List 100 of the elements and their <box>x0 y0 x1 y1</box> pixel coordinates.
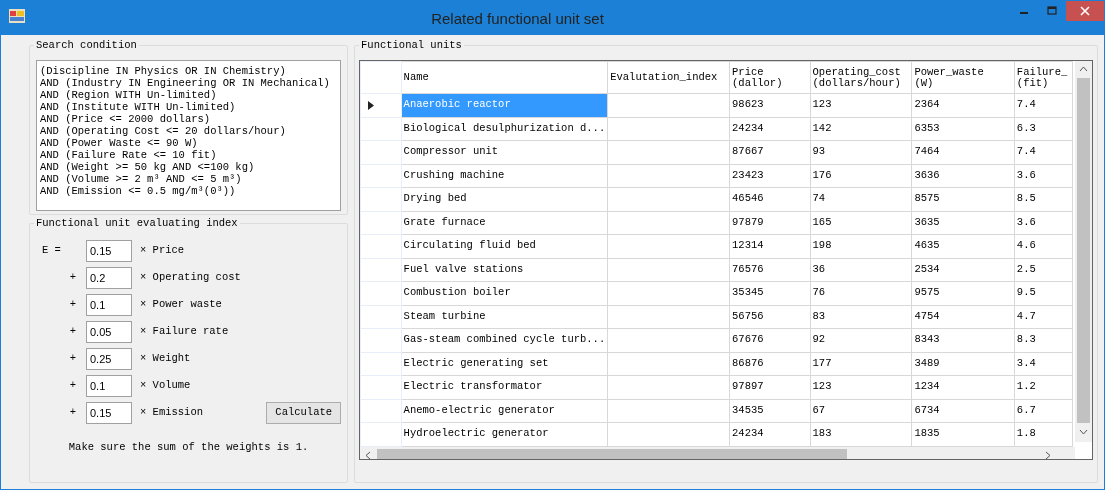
table-cell: 83 <box>812 309 826 322</box>
table-cell: 183 <box>812 427 832 440</box>
table-cell: 3635 <box>914 215 940 228</box>
table-cell: 74 <box>812 192 826 205</box>
table-cell: 9575 <box>914 286 940 299</box>
group-title: Functional unit evaluating index <box>34 217 240 230</box>
app-icon <box>9 9 25 23</box>
operator-text: + <box>69 298 76 311</box>
term-label: × Power waste <box>140 297 222 313</box>
table-cell: 97897 <box>732 380 764 393</box>
weight-field[interactable]: 0.25 <box>86 348 132 370</box>
table-cell: 9.5 <box>1016 286 1036 299</box>
table-cell: 176 <box>812 168 832 181</box>
table-cell[interactable]: Circulating fluid bed <box>401 234 608 258</box>
term-label: × Failure rate <box>140 324 229 340</box>
table-cell: 46546 <box>732 192 764 205</box>
table-cell: 2534 <box>914 262 940 275</box>
term-label: × Emission <box>140 405 203 421</box>
term-label: × Operating cost <box>140 270 241 286</box>
table-cell[interactable]: Fuel valve stations <box>401 258 608 282</box>
table-cell: 7.4 <box>1016 145 1036 158</box>
close-button[interactable] <box>1066 1 1104 21</box>
table-cell: 7464 <box>914 145 940 158</box>
table-cell: 7.4 <box>1016 98 1036 111</box>
table-cell[interactable]: Drying bed <box>401 187 608 211</box>
operator-text: E = <box>42 244 61 257</box>
table-cell: 1234 <box>914 380 940 393</box>
table-cell: 177 <box>812 356 832 369</box>
table-cell: 23423 <box>732 168 764 181</box>
weight-field[interactable]: 0.15 <box>86 402 132 424</box>
table-cell: 6353 <box>914 121 940 134</box>
table-cell: 6.7 <box>1016 403 1036 416</box>
table-cell[interactable]: Crushing machine <box>401 164 608 188</box>
table-cell: 1835 <box>914 427 940 440</box>
operator-text: + <box>69 352 76 365</box>
table-cell[interactable]: Electric generating set <box>401 352 608 376</box>
table-cell: 142 <box>812 121 832 134</box>
table-cell: 8343 <box>914 333 940 346</box>
table-cell: 35345 <box>732 286 764 299</box>
table-cell: 4635 <box>914 239 940 252</box>
table-cell: 165 <box>812 215 832 228</box>
table-cell: 36 <box>812 262 826 275</box>
table-cell: 8575 <box>914 192 940 205</box>
table-cell: 1.8 <box>1016 427 1036 440</box>
table-cell: 24234 <box>732 427 764 440</box>
table-cell: 198 <box>812 239 832 252</box>
weight-field[interactable]: 0.05 <box>86 321 132 343</box>
table-cell[interactable]: Anemo-electric generator <box>401 399 608 423</box>
table-cell[interactable]: Compressor unit <box>401 140 608 164</box>
weight-field[interactable]: 0.1 <box>86 294 132 316</box>
table-cell[interactable]: Grate furnace <box>401 211 608 235</box>
table-cell: 123 <box>812 380 832 393</box>
table-cell: 86876 <box>732 356 764 369</box>
maximize-icon <box>1047 6 1057 16</box>
term-label: × Price <box>140 243 185 259</box>
table-cell: 4754 <box>914 309 940 322</box>
table-cell: 2364 <box>914 98 940 111</box>
table-cell: 8.3 <box>1016 333 1036 346</box>
table-cell: 92 <box>812 333 826 346</box>
table-cell[interactable]: Electric transformator <box>401 375 608 399</box>
table-cell: 56756 <box>732 309 764 322</box>
operator-text: + <box>69 379 76 392</box>
table-cell: 93 <box>812 145 826 158</box>
table-cell: 76576 <box>732 262 764 275</box>
table-cell: 76 <box>812 286 826 299</box>
table-cell: 8.5 <box>1016 192 1036 205</box>
term-label: × Volume <box>140 378 191 394</box>
table-cell[interactable]: Biological desulphurization d... <box>401 117 608 141</box>
table-cell: 3.4 <box>1016 356 1036 369</box>
weight-field[interactable]: 0.2 <box>86 267 132 289</box>
table-cell: 4.7 <box>1016 309 1036 322</box>
table-cell[interactable]: Gas-steam combined cycle turb... <box>401 328 608 352</box>
table-cell: 3.6 <box>1016 215 1036 228</box>
table-cell: 98623 <box>732 98 764 111</box>
table-cell: 12314 <box>732 239 764 252</box>
calculate-button[interactable]: Calculate <box>266 402 342 424</box>
table-cell[interactable]: Combustion boiler <box>401 281 608 305</box>
table-cell: 97879 <box>732 215 764 228</box>
search-condition-field[interactable]: (Discipline IN Physics OR IN Chemistry) AND (Industry IN Engineering OR IN Mechanical) AND (Region WITH Un-limited) AND (Institute WITH Un-limited) AND (Price <= 2000 dollars) AND (Operating Cost <= 20 dollars/hour) AND (Power Waste <= 90 W) AND (Failure Rate <= 10 fit) AND (Weight >= 50 kg AND <=100 kg) AND (Volume >= 2 m³ AND <= 5 m³) AND (Emission <= 0.5 mg/m³(0³)) <box>36 60 342 211</box>
table-cell: 6734 <box>914 403 940 416</box>
table-cell[interactable]: Steam turbine <box>401 305 608 329</box>
close-icon <box>1080 6 1090 16</box>
operator-text: + <box>69 271 76 284</box>
weight-field[interactable]: 0.15 <box>86 240 132 262</box>
table-cell: 3489 <box>914 356 940 369</box>
term-label: × Weight <box>140 351 191 367</box>
operator-text: + <box>69 406 76 419</box>
table-cell: 1.2 <box>1016 380 1036 393</box>
table-cell: 6.3 <box>1016 121 1036 134</box>
operator-text: + <box>69 325 76 338</box>
table-cell: 67 <box>812 403 826 416</box>
table-cell: 3636 <box>914 168 940 181</box>
window-title: Related functional unit set <box>430 9 605 29</box>
table-cell: 3.6 <box>1016 168 1036 181</box>
table-cell: 4.6 <box>1016 239 1036 252</box>
table-cell: 24234 <box>732 121 764 134</box>
vertical-scrollbar[interactable] <box>1075 61 1092 442</box>
table-cell[interactable]: Hydroelectric generator <box>401 422 608 446</box>
table-cell: 87667 <box>732 145 764 158</box>
weight-field[interactable]: 0.1 <box>86 375 132 397</box>
